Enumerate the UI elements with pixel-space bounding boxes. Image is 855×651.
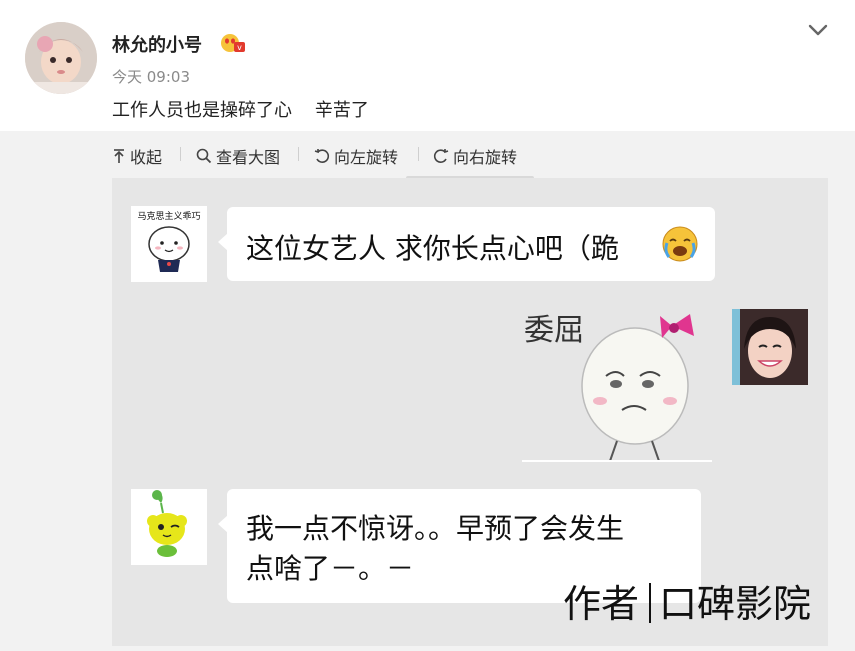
svg-text:v: v (237, 43, 242, 52)
post-text: 工作人员也是操碎了心 辛苦了 (112, 100, 369, 121)
image-toolbar: 收起 查看大图 向左旋转 向右旋转 (0, 131, 855, 178)
collapse-arrow-icon (114, 149, 124, 163)
toolbar-divider (418, 147, 419, 161)
crying-emoji-icon (662, 226, 698, 262)
watermark-divider (649, 583, 652, 623)
toolbar-divider (180, 147, 181, 161)
rotate-right-button[interactable]: 向右旋转 (433, 144, 517, 168)
message-text-2-line-2: 点啥了－。－ (246, 552, 415, 585)
chat-avatar-1: 马克思主义乖巧 (131, 206, 207, 282)
sticker-caption: 委屈 (524, 313, 584, 348)
user-avatar[interactable] (25, 22, 97, 94)
wronged-sticker: 委屈 (522, 306, 717, 464)
collapse-button[interactable]: 收起 (112, 144, 162, 168)
rotate-right-icon (433, 149, 449, 163)
collapse-label: 收起 (130, 148, 163, 167)
view-large-label: 查看大图 (216, 148, 281, 167)
rotate-left-button[interactable]: 向左旋转 (314, 144, 398, 168)
message-text-1: 这位女艺人 求你长点心吧（跪 (246, 232, 619, 265)
magnifier-icon (196, 148, 212, 164)
post-timestamp: 今天 09:03 (112, 68, 190, 86)
rotate-left-label: 向左旋转 (334, 148, 399, 167)
chat-avatar-2 (732, 309, 808, 385)
sprout-character-sticker (131, 489, 207, 565)
vip-badge-icon: v (220, 30, 246, 54)
watermark-source-label: 口碑影院 (659, 582, 812, 626)
view-large-button[interactable]: 查看大图 (196, 144, 280, 168)
watermark-author-label: 作者 (563, 582, 640, 626)
message-text-2-line-1: 我一点不惊讶。。早预了会发生 (246, 512, 625, 545)
username[interactable]: 林允的小号 (112, 31, 202, 57)
chevron-down-icon[interactable] (806, 20, 830, 40)
rotate-right-label: 向右旋转 (453, 148, 518, 167)
rotate-left-icon (314, 149, 330, 163)
post-header: 林允的小号 v 今天 09:03 工作人员也是操碎了心 辛苦了 (0, 0, 855, 131)
bun-character-sticker (148, 226, 190, 272)
chat-avatar-3 (131, 489, 207, 565)
chat-bubble-1: 这位女艺人 求你长点心吧（跪 (218, 207, 715, 281)
watermark: 作者 口碑影院 (563, 573, 811, 628)
toolbar-divider (298, 147, 299, 161)
